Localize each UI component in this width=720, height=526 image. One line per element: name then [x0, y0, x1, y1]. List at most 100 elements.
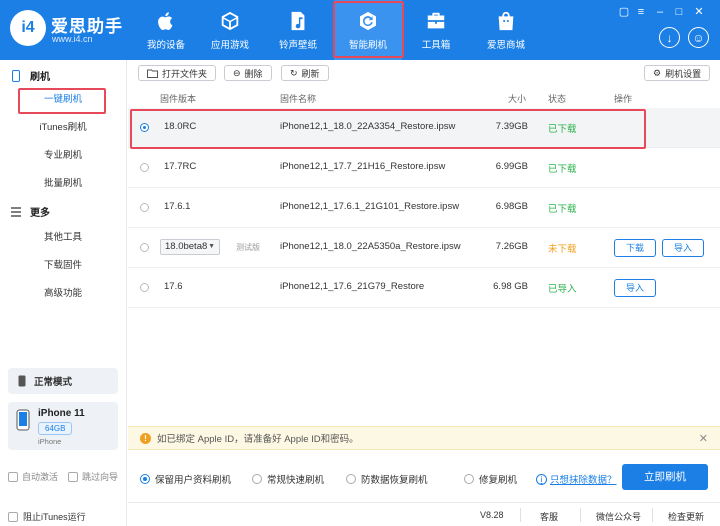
delete-button[interactable]: ⊖ 删除 [224, 65, 272, 81]
firmware-size: 7.26GB [495, 241, 528, 252]
nav-label: 我的设备 [146, 40, 185, 51]
sidebar-item-itunes-flash[interactable]: iTunes刷机 [18, 116, 108, 140]
status-bar: V8.28 客服 微信公众号 检查更新 [128, 502, 720, 526]
cube-icon [221, 11, 239, 31]
row-radio[interactable] [140, 243, 149, 252]
menu-icon[interactable]: ≡ [634, 6, 648, 18]
row-radio[interactable] [140, 163, 149, 172]
help-icon: i [536, 473, 547, 485]
apple-icon [158, 12, 173, 30]
beta-tag: 测试版 [236, 243, 260, 252]
block-itunes-checkbox[interactable]: 阻止iTunes运行 [8, 510, 86, 523]
version-select[interactable]: 18.0beta8 ▼ [160, 239, 220, 255]
device-mode: 正常模式 [8, 368, 118, 394]
chevron-down-icon: ▼ [208, 243, 215, 250]
nav-apps-games[interactable]: 应用游戏 [196, 0, 264, 60]
erase-only-link[interactable]: i 只想抹除数据？ [536, 472, 617, 486]
sidebar-item-advanced[interactable]: 高级功能 [18, 282, 108, 306]
sidebar-item-batch-flash[interactable]: 批量刷机 [18, 172, 108, 196]
toolbox-icon [427, 12, 445, 29]
import-button[interactable]: 导入 [662, 239, 704, 257]
nav-my-device[interactable]: 我的设备 [132, 0, 200, 60]
device-capacity: 64GB [38, 422, 73, 435]
refresh-button[interactable]: ↻ 刷新 [281, 65, 329, 81]
col-header-action: 操作 [614, 94, 633, 104]
wechat-link[interactable]: 微信公众号 [596, 510, 641, 523]
refresh-icon: ↻ [290, 67, 298, 78]
firmware-name: iPhone12,1_17.7_21H16_Restore.ipsw [280, 161, 446, 172]
firmware-size: 6.98GB [495, 201, 528, 212]
table-row[interactable]: 17.6.1 iPhone12,1_17.6.1_21G101_Restore.… [128, 188, 720, 228]
nav-ringtones-wallpapers[interactable]: 铃声壁纸 [264, 0, 332, 60]
auto-activate-checkbox[interactable]: 自动激活 [8, 470, 58, 483]
col-header-status: 状态 [548, 94, 567, 104]
option-anti-recovery[interactable]: 防数据恢复刷机 [346, 472, 428, 486]
firmware-size: 6.99GB [495, 161, 528, 172]
option-keep-data[interactable]: 保留用户资料刷机 [140, 472, 231, 486]
phone-icon [12, 69, 20, 82]
highlight-frame [18, 88, 106, 114]
support-link[interactable]: 客服 [540, 510, 558, 523]
firmware-status: 已下载 [548, 204, 577, 215]
maximize-icon[interactable]: □ [672, 6, 686, 18]
minimize-icon[interactable]: – [653, 6, 667, 18]
firmware-name: iPhone12,1_17.6.1_21G101_Restore.ipsw [280, 201, 460, 212]
import-button[interactable]: 导入 [614, 279, 656, 297]
table-row[interactable]: 17.7RC iPhone12,1_17.7_21H16_Restore.ips… [128, 148, 720, 188]
nav-store[interactable]: 爱思商城 [472, 0, 540, 60]
option-quick-flash[interactable]: 常规快速刷机 [252, 472, 324, 486]
app-logo: i4 [10, 10, 46, 46]
flash-now-button[interactable]: 立即刷机 [622, 464, 708, 490]
gear-icon: ⚙ [653, 67, 662, 78]
iphone-icon [16, 409, 30, 431]
firmware-size: 6.98 GB [493, 281, 528, 292]
firmware-status: 已下载 [548, 164, 577, 175]
open-folder-button[interactable]: 打开文件夹 [138, 65, 217, 81]
firmware-version: 17.7RC [164, 161, 197, 172]
download-button[interactable]: 下载 [614, 239, 656, 257]
row-radio[interactable] [140, 203, 149, 212]
close-icon[interactable]: ✕ [692, 6, 706, 18]
highlight-frame [130, 109, 646, 149]
sidebar: 刷机 一键刷机 iTunes刷机 专业刷机 批量刷机 更多 其他工具 下载固件 … [0, 60, 127, 526]
col-header-size: 大小 [508, 94, 527, 104]
nav-label: 铃声壁纸 [278, 40, 317, 51]
device-type: iPhone [38, 437, 62, 446]
music-file-icon [291, 11, 305, 31]
check-update-link[interactable]: 检查更新 [668, 510, 704, 523]
flash-settings-button[interactable]: ⚙ 刷机设置 [644, 65, 711, 81]
mode-status-icon [18, 375, 26, 387]
close-icon[interactable]: ✕ [699, 432, 708, 445]
device-card[interactable]: iPhone 11 64GB iPhone [8, 402, 118, 450]
shopping-bag-icon [498, 11, 514, 31]
nav-label: 爱思商城 [486, 40, 525, 51]
col-header-name: 固件名称 [280, 94, 317, 104]
delete-icon: ⊖ [233, 67, 241, 78]
app-url: www.i4.cn [52, 34, 93, 44]
user-icon[interactable]: ☺ [688, 27, 709, 48]
table-row[interactable]: 18.0beta8 ▼ 测试版 iPhone12,1_18.0_22A5350a… [128, 228, 720, 268]
table-row[interactable]: 17.6 iPhone12,1_17.6_21G79_Restore 6.98 … [128, 268, 720, 308]
option-repair-flash[interactable]: 修复刷机 [464, 472, 517, 486]
col-header-version: 固件版本 [160, 94, 197, 104]
nav-toolbox[interactable]: 工具箱 [402, 0, 470, 60]
notice-bar: ! 如已绑定 Apple ID，请准备好 Apple ID和密码。 ✕ [128, 426, 720, 450]
firmware-status: 未下载 [548, 244, 577, 255]
warning-icon: ! [140, 432, 151, 444]
sidebar-item-pro-flash[interactable]: 专业刷机 [18, 144, 108, 168]
firmware-version: 17.6.1 [164, 201, 191, 212]
sidebar-item-other-tools[interactable]: 其他工具 [18, 226, 108, 250]
skip-guide-checkbox[interactable]: 跳过向导 [68, 470, 118, 483]
download-manager-icon[interactable]: ↓ [659, 27, 680, 48]
row-radio[interactable] [140, 283, 149, 292]
folder-icon [147, 69, 158, 78]
skin-icon[interactable]: ▢ [617, 6, 631, 18]
notice-text: 如已绑定 Apple ID，请准备好 Apple ID和密码。 [157, 434, 359, 445]
version-label: V8.28 [480, 510, 504, 520]
section-more: 更多 [10, 204, 50, 219]
section-flash: 刷机 [10, 68, 50, 83]
sidebar-item-download-firmware[interactable]: 下载固件 [18, 254, 108, 278]
firmware-status: 已导入 [548, 284, 577, 295]
list-icon [11, 206, 21, 217]
nav-label: 应用游戏 [210, 40, 249, 51]
